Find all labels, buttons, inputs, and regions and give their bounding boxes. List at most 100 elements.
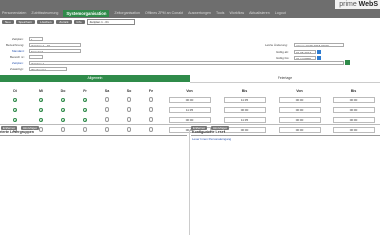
day-cell: ✓ xyxy=(52,105,74,115)
gueltig-bis-field[interactable]: 31.12.9999 xyxy=(294,55,316,60)
checkbox[interactable] xyxy=(126,117,132,122)
zusatztyp-select[interactable]: Wochentag xyxy=(29,66,67,71)
col-header-di: Di xyxy=(13,89,17,93)
zeitplan-link-label: Zeitplan: xyxy=(12,61,24,65)
mandant-select[interactable]: Standard xyxy=(29,48,81,53)
day-cell xyxy=(96,125,118,135)
nav-item-personendaten[interactable]: Personendaten xyxy=(2,10,26,17)
zeitplan-label: Zeitplan: xyxy=(12,37,24,41)
checkbox[interactable] xyxy=(126,107,132,112)
table-row: 00:0000:0000:0000:00 xyxy=(0,125,380,135)
zeitplan-field[interactable]: 1 xyxy=(29,36,43,41)
checkbox[interactable] xyxy=(82,127,88,132)
time-input[interactable]: 00:00 xyxy=(332,96,375,104)
remove-group-button[interactable]: Entfernen xyxy=(1,125,18,130)
time-input[interactable]: 00:00 xyxy=(223,126,266,134)
checkbox[interactable] xyxy=(38,127,44,132)
checkbox[interactable] xyxy=(104,97,110,102)
time-input[interactable]: 11:35 xyxy=(223,116,266,124)
col-header-mi: Mi xyxy=(39,89,43,93)
checkbox[interactable] xyxy=(60,127,66,132)
checkbox[interactable] xyxy=(104,117,110,122)
day-cell xyxy=(52,125,74,135)
checkbox[interactable] xyxy=(104,127,110,132)
checkbox[interactable] xyxy=(104,107,110,112)
checkbox[interactable] xyxy=(126,127,132,132)
time-input[interactable]: 00:00 xyxy=(223,106,266,114)
nav-item-aktualisieren[interactable]: Aktualisieren xyxy=(249,10,270,17)
checkmark-icon[interactable]: ✓ xyxy=(60,117,66,122)
checkbox[interactable] xyxy=(148,127,154,132)
checkmark-icon[interactable]: ✓ xyxy=(82,97,88,102)
time-input[interactable]: 11:35 xyxy=(223,96,266,104)
col-header-sa: Sa xyxy=(104,89,110,93)
checkmark-icon[interactable]: ✓ xyxy=(38,97,44,102)
day-cell: ✓ xyxy=(30,105,52,115)
tab-feiertage[interactable]: Feiertage xyxy=(190,75,380,83)
checkbox[interactable] xyxy=(148,107,154,112)
table-row: ✓ ✓ ✓ ✓ 11:35 00:00 00:00 00:00 xyxy=(0,105,380,115)
calendar-icon[interactable] xyxy=(317,55,321,60)
letzte-aenderung-label: Letzte Änderung: xyxy=(265,43,288,47)
nav-item-workflow[interactable]: Workflow xyxy=(229,10,244,17)
gueltig-ab-field[interactable]: 01.06.2017 xyxy=(294,49,316,54)
reader-list-item[interactable]: Leser Innen Personaleingang xyxy=(192,137,231,141)
info-button[interactable]: Info xyxy=(73,19,85,25)
save-button[interactable]: Speichern xyxy=(15,19,36,25)
bereich-select[interactable] xyxy=(29,54,43,59)
time-input[interactable]: 11:35 xyxy=(168,106,211,114)
time-cell: 11:35 xyxy=(162,105,217,115)
nav-item-tools[interactable]: Tools xyxy=(216,10,224,17)
checkbox[interactable] xyxy=(126,97,132,102)
divider xyxy=(189,130,190,235)
checkmark-icon[interactable]: ✓ xyxy=(82,117,88,122)
checkmark-icon[interactable]: ✓ xyxy=(12,97,18,102)
nav-item-systemorganisation[interactable]: Systemorganisation xyxy=(63,10,110,17)
bezeichnung-field[interactable]: Zeitplan 1 - 01 xyxy=(29,42,81,47)
checkbox[interactable] xyxy=(148,117,154,122)
time-input[interactable]: 00:00 xyxy=(332,126,375,134)
record-select[interactable]: Zeitplan 1 - 01 xyxy=(86,18,135,26)
time-input[interactable]: 00:00 xyxy=(278,106,321,114)
nav-item-offline[interactable]: Offlines ZPM an Conakt xyxy=(145,10,183,17)
schedule-header-row: Di Mi Do Fr Sa So Fe Von Bis Von Bis xyxy=(0,87,380,95)
delete-button[interactable]: Löschen xyxy=(37,19,55,25)
nav-item-logout[interactable]: Logout xyxy=(275,10,286,17)
time-input[interactable]: 00:00 xyxy=(332,106,375,114)
time-input[interactable]: 00:00 xyxy=(278,96,321,104)
time-input[interactable]: 00:00 xyxy=(278,116,321,124)
day-cell: ✓ xyxy=(52,95,74,105)
checkmark-icon[interactable]: ✓ xyxy=(38,107,44,112)
checkbox[interactable] xyxy=(148,97,154,102)
nav-item-zutrittssteuerung[interactable]: Zutrittssteuerung xyxy=(31,10,58,17)
remove-reader-button[interactable]: Entfernen xyxy=(191,125,208,130)
checkmark-icon[interactable]: ✓ xyxy=(60,97,66,102)
new-button[interactable]: Neu xyxy=(2,19,14,25)
time-input[interactable]: 00:00 xyxy=(278,126,321,134)
zeitplan-select[interactable]: Zeitplan 1 xyxy=(29,60,344,65)
time-input[interactable]: 00:00 xyxy=(168,116,211,124)
tab-allgemein[interactable]: Allgemein xyxy=(0,75,190,82)
calendar-icon[interactable] xyxy=(317,49,321,54)
bereich-label: Bereich nr.: xyxy=(10,55,26,59)
add-reader-button[interactable]: Hinzufügen xyxy=(211,125,230,130)
time-cell: 00:00 xyxy=(272,95,327,105)
nav-item-zeitorganisation[interactable]: Zeitorganisation xyxy=(114,10,140,17)
add-group-button[interactable]: Hinzufügen xyxy=(21,125,40,130)
back-button[interactable]: Zurück xyxy=(56,19,72,25)
brand-logo: prime WebS xyxy=(335,0,380,9)
checkmark-icon[interactable]: ✓ xyxy=(82,107,88,112)
day-cell xyxy=(96,105,118,115)
time-input[interactable]: 00:00 xyxy=(168,96,211,104)
checkmark-icon[interactable]: ✓ xyxy=(38,117,44,122)
nav-item-auswertungen[interactable]: Auswertungen xyxy=(188,10,211,17)
checkmark-icon[interactable]: ✓ xyxy=(60,107,66,112)
top-bar: prime WebS Personendaten Zutrittssteueru… xyxy=(0,0,380,18)
time-input[interactable]: 00:00 xyxy=(332,116,375,124)
time-cell: 00:00 xyxy=(327,95,380,105)
checkmark-icon[interactable]: ✓ xyxy=(12,107,18,112)
checkmark-icon[interactable]: ✓ xyxy=(12,117,18,122)
col-header-fr: Fr xyxy=(83,89,87,93)
add-zeitplan-button[interactable] xyxy=(345,60,350,65)
day-cell xyxy=(96,95,118,105)
